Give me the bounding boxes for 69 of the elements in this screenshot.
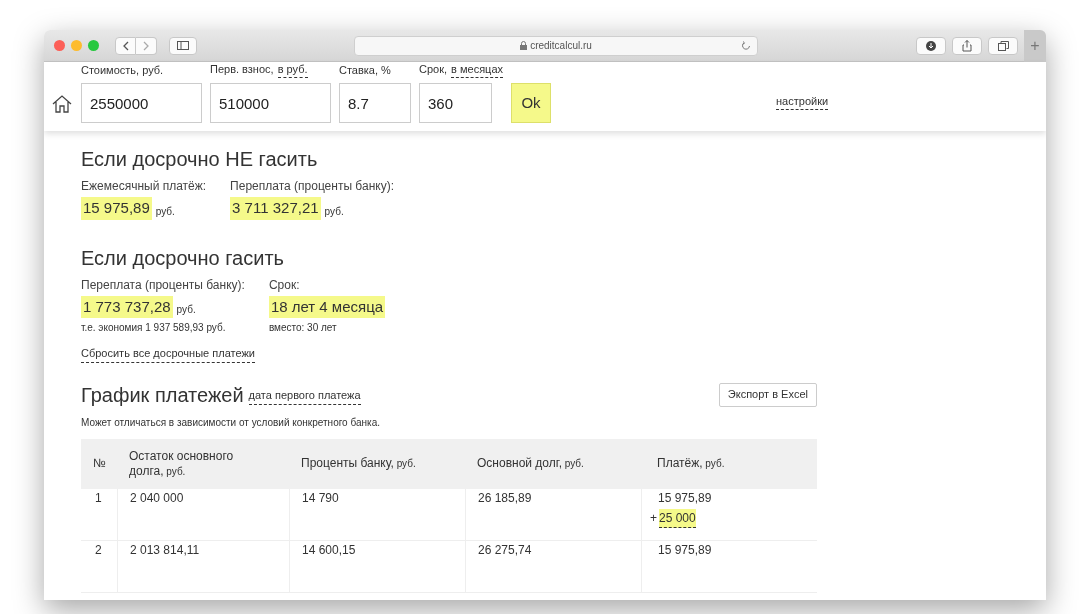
field-label: Перв. взнос, <box>210 61 274 77</box>
table-cell-text: 1 <box>95 489 103 507</box>
chevron-right-icon <box>143 40 149 51</box>
stat-note: вместо: 30 лет <box>268 321 338 335</box>
column-header: Остаток основного долга, руб. <box>129 448 235 479</box>
download-button[interactable] <box>916 36 946 55</box>
unit-text: руб. <box>176 303 196 317</box>
forward-button[interactable] <box>136 36 157 55</box>
unit-text: руб. <box>155 204 175 219</box>
table-cell-text: 2 013 814,11 <box>130 541 201 559</box>
column-header: Платёж, руб. <box>657 456 726 471</box>
unit-link[interactable]: в месяцах <box>451 60 504 78</box>
input-field[interactable]: 8.7 <box>339 83 411 123</box>
stat-value: 15 975,89 <box>81 197 152 220</box>
back-button[interactable] <box>115 36 136 55</box>
stat-label: Срок: <box>268 276 301 294</box>
lock-icon <box>520 41 528 50</box>
stat-label: Переплата (проценты банку): <box>230 178 394 195</box>
table-cell-text: 15 975,89 <box>658 541 713 559</box>
column-header: № <box>93 456 107 471</box>
table-cell-text: 26 185,89 <box>478 489 533 507</box>
input-field[interactable]: 360 <box>419 83 492 123</box>
input-field[interactable]: 510000 <box>210 83 331 123</box>
reset-link[interactable]: Сбросить все досрочные платежи <box>81 345 255 363</box>
field-label: Срок, <box>419 61 448 77</box>
stat-label: Переплата (проценты банку): <box>81 276 245 294</box>
section-title: График платежей <box>81 382 244 407</box>
close-window-button[interactable] <box>54 40 65 51</box>
date-link[interactable]: дата первого платежа <box>248 387 361 405</box>
reload-icon[interactable] <box>741 40 751 51</box>
stat-value: 1 773 737,28 <box>81 295 173 318</box>
tabs-button[interactable] <box>988 36 1018 55</box>
field-label: Стоимость, руб. <box>81 62 164 78</box>
ok-button[interactable]: Ok <box>511 83 552 123</box>
export-button[interactable]: Экспорт в Excel <box>718 382 817 407</box>
stat-value: 3 711 327,21 <box>230 197 321 220</box>
unit-link[interactable]: в руб. <box>277 60 308 78</box>
table-cell-text: 2 <box>95 541 103 559</box>
table-cell-text: 2 040 000 <box>130 489 185 507</box>
stat-label: Ежемесячный платёж: <box>81 178 207 195</box>
table-cell-text: 14 600,15 <box>302 541 357 559</box>
table-cell-text: 15 975,89 <box>658 489 713 507</box>
share-icon <box>962 39 972 52</box>
input-field[interactable]: 2550000 <box>81 83 202 123</box>
field-label: Ставка, % <box>339 62 391 78</box>
section-title: Если досрочно НЕ гасить <box>81 147 319 171</box>
address-bar[interactable]: creditcalcul.ru <box>354 35 758 56</box>
minimize-window-button[interactable] <box>71 40 82 51</box>
chevron-left-icon <box>122 40 129 51</box>
stat-note: т.е. экономия 1 937 589,93 руб. <box>81 321 227 335</box>
home-icon[interactable] <box>52 95 72 113</box>
plus-sign: + <box>650 510 657 527</box>
table-cell-text: 14 790 <box>302 489 340 507</box>
table-cell-text: 26 275,74 <box>478 541 533 559</box>
download-icon <box>926 40 936 51</box>
schedule-note: Может отличаться в зависимости от условий конкретного банка. <box>81 415 381 430</box>
share-button[interactable] <box>952 36 982 55</box>
section-title: Если досрочно гасить <box>81 245 285 270</box>
column-header: Основной долг, руб. <box>477 456 585 471</box>
column-header: Проценты банку, руб. <box>301 456 417 471</box>
zoom-window-button[interactable] <box>88 40 99 51</box>
unit-text: руб. <box>324 204 344 219</box>
url-text: creditcalcul.ru <box>530 39 592 53</box>
tabs-icon <box>997 40 1009 51</box>
settings-link[interactable]: настройки <box>776 92 829 110</box>
stat-value: 18 лет 4 месяца <box>268 295 386 318</box>
sidebar-icon <box>177 41 189 50</box>
extra-payment-link[interactable]: 25 000 <box>659 508 696 528</box>
sidebar-button[interactable] <box>169 36 197 55</box>
